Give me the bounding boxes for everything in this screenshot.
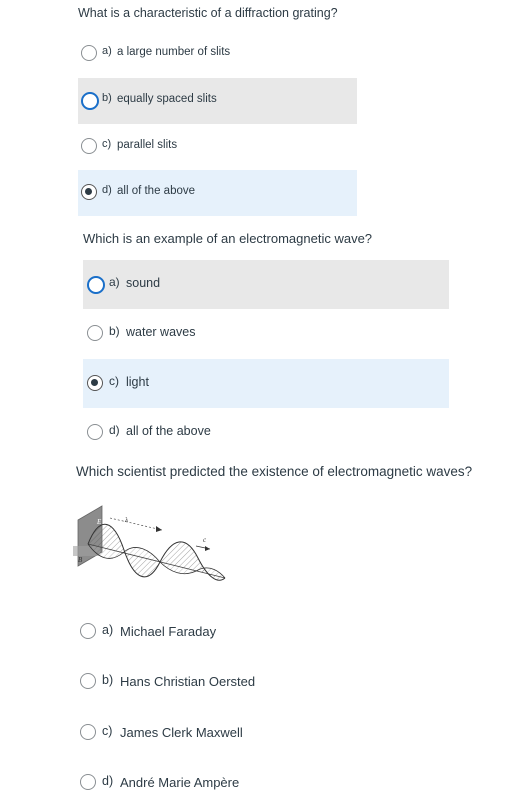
answer-option-b[interactable]: b) equally spaced slits: [78, 78, 357, 124]
option-text: Hans Christian Oersted: [120, 674, 256, 689]
answer-option-c[interactable]: c) light: [83, 359, 449, 408]
answer-option-a[interactable]: a) Michael Faraday: [76, 611, 476, 655]
e-field-label: E: [96, 518, 102, 526]
option-text: a large number of slits: [117, 46, 231, 58]
option-letter: b): [102, 673, 114, 687]
speed-label: c: [203, 536, 207, 544]
radio-button[interactable]: [81, 45, 97, 61]
wavelength-label: λ: [124, 516, 128, 524]
answer-option-a[interactable]: a) a large number of slits: [78, 31, 357, 77]
answer-option-a[interactable]: a) sound: [83, 260, 449, 309]
radio-button[interactable]: [80, 774, 96, 790]
answer-option-b[interactable]: b) Hans Christian Oersted: [76, 661, 476, 705]
radio-button[interactable]: [81, 138, 97, 154]
option-text: all of the above: [117, 185, 196, 197]
question-prompt: What is a characteristic of a diffractio…: [78, 6, 338, 20]
option-letter: a): [102, 45, 112, 57]
option-letter: c): [109, 374, 119, 388]
radio-button[interactable]: [87, 375, 103, 391]
option-letter: b): [109, 324, 120, 338]
radio-button[interactable]: [80, 673, 96, 689]
radio-button[interactable]: [80, 623, 96, 639]
answer-option-c[interactable]: c) parallel slits: [78, 124, 357, 170]
option-letter: d): [102, 184, 112, 196]
option-text: James Clerk Maxwell: [120, 725, 243, 740]
radio-button[interactable]: [81, 92, 99, 110]
answer-option-d[interactable]: d) all of the above: [78, 170, 357, 216]
radio-button[interactable]: [80, 724, 96, 740]
option-text: sound: [126, 276, 161, 290]
b-field-label: B: [78, 556, 83, 564]
electromagnetic-wave-figure: E λ c B: [73, 505, 226, 581]
radio-button[interactable]: [87, 424, 103, 440]
option-text: water waves: [126, 325, 196, 339]
answer-option-b[interactable]: b) water waves: [83, 309, 449, 358]
option-letter: d): [109, 423, 120, 437]
option-text: equally spaced slits: [117, 93, 217, 105]
question-prompt: Which scientist predicted the existence …: [76, 464, 473, 479]
option-text: light: [126, 375, 149, 389]
radio-button[interactable]: [81, 184, 97, 200]
option-text: Michael Faraday: [120, 624, 217, 639]
option-letter: c): [102, 724, 113, 738]
option-letter: a): [109, 275, 120, 289]
radio-button[interactable]: [87, 276, 105, 294]
question-prompt: Which is an example of an electromagneti…: [83, 231, 373, 246]
answer-option-d[interactable]: d) all of the above: [83, 408, 449, 457]
option-text: all of the above: [126, 424, 211, 438]
option-letter: c): [102, 138, 112, 150]
radio-button[interactable]: [87, 325, 103, 341]
answer-option-c[interactable]: c) James Clerk Maxwell: [76, 712, 476, 756]
option-letter: d): [102, 774, 114, 788]
answer-option-d[interactable]: d) André Marie Ampère: [76, 762, 476, 806]
option-letter: b): [102, 92, 112, 104]
option-text: André Marie Ampère: [120, 775, 240, 790]
option-text: parallel slits: [117, 139, 178, 151]
option-letter: a): [102, 623, 114, 637]
